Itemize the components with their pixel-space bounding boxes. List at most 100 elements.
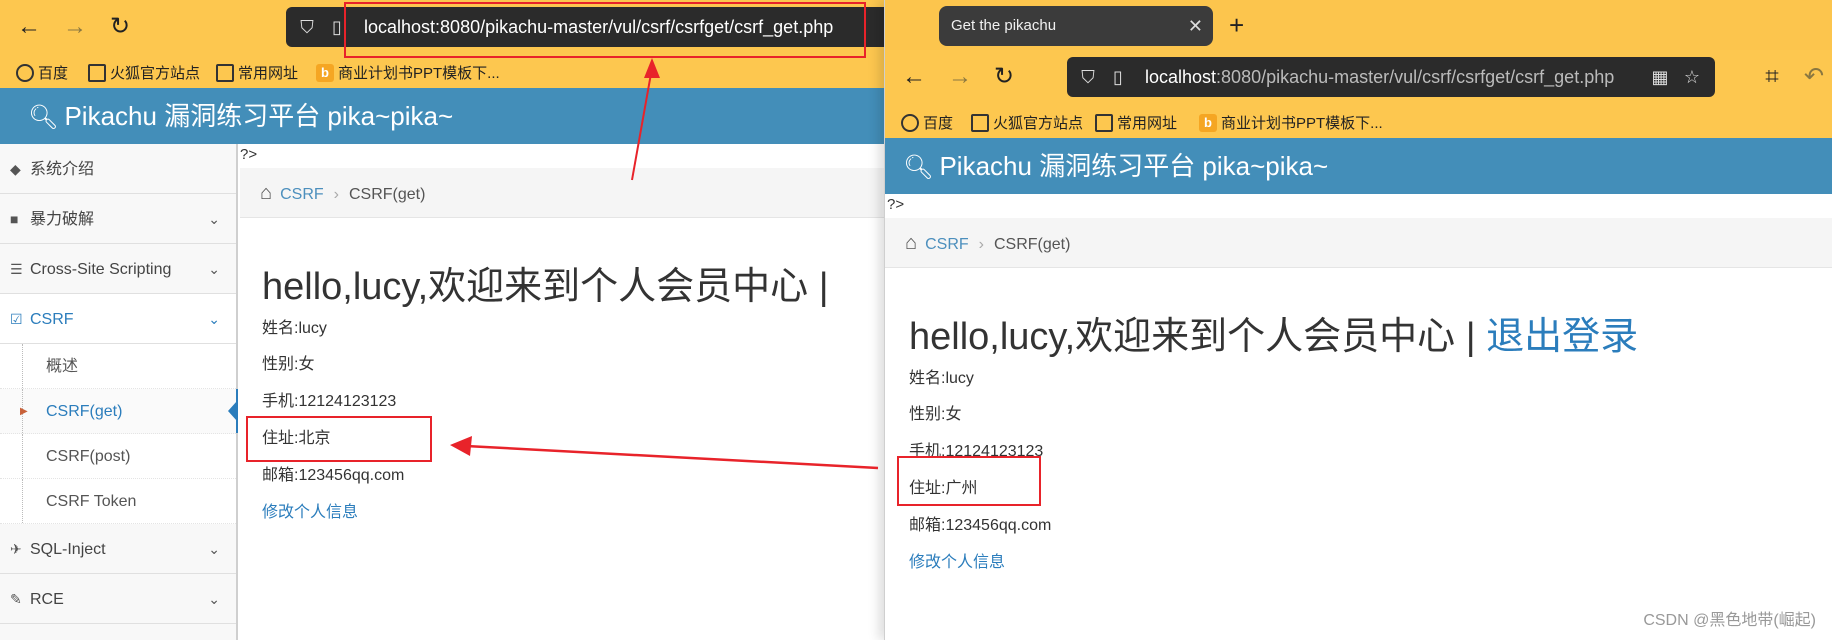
breadcrumb: ⌂ CSRF › CSRF(get) [885,218,1832,268]
chevron-down-icon: ⌄ [208,261,220,277]
tags-icon: ◆ [10,161,21,177]
bookmark-label: 商业计划书PPT模板下... [1221,115,1383,132]
bookmarks-bar: 百度 火狐官方站点 常用网址 b 商业计划书PPT模板下... [0,54,884,88]
sidebar-item-label: SQL-Inject [30,541,106,558]
shield-icon[interactable]: ⛉ [296,16,318,38]
sidebar-subitem-label: 概述 [46,358,79,375]
globe-icon [16,63,34,82]
sidebar-subitem-overview[interactable]: 概述 [0,344,236,389]
profile-email: 邮箱:123456qq.com [909,517,1052,534]
breadcrumb-current: CSRF(get) [348,186,426,203]
bookmark-label: 百度 [923,115,954,132]
folder-icon [88,63,106,82]
bookmark-ppt-template[interactable]: b 商业计划书PPT模板下... [316,62,500,83]
globe-icon [901,113,919,132]
pencil-icon: ✎ [10,591,22,607]
sidebar-subitem-label: CSRF Token [46,493,137,510]
breadcrumb-separator-icon: › [333,186,339,203]
greeting-text: hello,lucy,欢迎来到个人会员中心 | [909,316,1476,358]
profile-name: 姓名:lucy [262,320,327,337]
sidebar-item-label: 暴力破解 [30,211,95,228]
breadcrumb-link[interactable]: CSRF [280,186,324,203]
shield-icon[interactable]: ⛉ [1077,66,1099,88]
sidebar-subitem-label: CSRF(get) [46,403,123,420]
forward-arrow-icon[interactable]: → [945,62,975,92]
new-tab-icon[interactable]: + [1229,6,1244,44]
sidebar-subitem-csrf-get[interactable]: ▶ CSRF(get) [0,389,238,434]
bookmark-baidu[interactable]: 百度 [16,62,68,83]
sidebar-subitem-csrf-post[interactable]: CSRF(post) [0,434,236,479]
bookmarks-bar: 百度 火狐官方站点 常用网址 b 商业计划书PPT模板下... [885,104,1832,138]
page-icon[interactable]: ▯ [1107,66,1129,88]
sidebar-item-intro[interactable]: ◆ 系统介绍 [0,144,236,194]
site-header: 🔍︎ Pikachu 漏洞练习平台 pika~pika~ [885,138,1832,194]
bookmark-common-sites[interactable]: 常用网址 [1095,112,1177,133]
star-icon[interactable]: ☆ [1681,66,1703,88]
profile-name: 姓名:lucy [909,370,974,387]
edit-profile-link[interactable]: 修改个人信息 [262,498,358,522]
sidebar-item-bruteforce[interactable]: ■ 暴力破解 ⌄ [0,194,236,244]
sidebar-item-label: Cross-Site Scripting [30,261,172,278]
stray-php-text: ?> [240,146,258,163]
logout-link[interactable]: 退出登录 [1486,316,1638,358]
url-path: :8080/pikachu-master/vul/csrf/csrfget/cs… [1216,67,1615,87]
bookmark-common-sites[interactable]: 常用网址 [216,62,298,83]
sidebar-item-sqli[interactable]: ✈ SQL-Inject ⌄ [0,524,236,574]
browser-tab[interactable]: Get the pikachu ✕ [939,6,1213,46]
edit-icon: ☑ [10,311,23,327]
site-brand[interactable]: 🔍︎ Pikachu 漏洞练习平台 pika~pika~ [903,138,1328,196]
reload-icon[interactable]: ↻ [989,62,1019,92]
folder-icon [1095,113,1113,132]
sidebar-item-rce[interactable]: ✎ RCE ⌄ [0,574,236,624]
chevron-down-icon: ⌄ [208,541,220,557]
bookmark-baidu[interactable]: 百度 [901,112,953,133]
lock-icon: ■ [10,211,19,227]
breadcrumb-separator-icon: › [978,236,984,253]
bookmark-firefox-site[interactable]: 火狐官方站点 [88,62,200,83]
url-highlight-box [344,2,866,58]
bing-icon: b [316,63,334,82]
chevron-down-icon: ⌄ [208,591,220,607]
home-icon[interactable]: ⌂ [260,168,272,218]
breadcrumb: ⌂ CSRF › CSRF(get) [240,168,884,218]
address-highlight-box [246,416,432,462]
folder-icon [971,113,989,132]
caret-right-icon: ▶ [20,406,28,417]
bing-icon: b [1199,113,1217,132]
sidebar-subitem-csrf-token[interactable]: CSRF Token [0,479,236,524]
list-icon: ☰ [10,261,23,277]
folder-icon [216,63,234,82]
breadcrumb-current: CSRF(get) [993,236,1071,253]
undo-icon[interactable]: ↶ [1799,62,1829,92]
url-text[interactable]: localhost:8080/pikachu-master/vul/csrf/c… [1145,57,1614,97]
bookmark-firefox-site[interactable]: 火狐官方站点 [971,112,1083,133]
reload-icon[interactable]: ↻ [105,12,135,42]
back-arrow-icon[interactable]: ← [14,12,44,42]
close-icon[interactable]: ✕ [1188,6,1203,46]
sidebar-item-xss[interactable]: ☰ Cross-Site Scripting ⌄ [0,244,236,294]
qr-code-icon[interactable]: ▦ [1649,66,1671,88]
sidebar-item-label: CSRF [30,311,74,328]
back-arrow-icon[interactable]: ← [899,62,929,92]
edit-profile-link[interactable]: 修改个人信息 [909,548,1005,572]
bookmark-ppt-template[interactable]: b 商业计划书PPT模板下... [1199,112,1383,133]
crop-icon[interactable]: ⌗ [1757,62,1787,92]
chevron-down-icon: ⌄ [208,211,220,227]
bookmark-label: 火狐官方站点 [110,65,201,82]
forward-arrow-icon[interactable]: → [60,12,90,42]
profile-gender: 性别:女 [262,356,315,373]
greeting-heading: hello,lucy,欢迎来到个人会员中心 | 退出登录 [909,305,1638,360]
home-icon[interactable]: ⌂ [905,218,917,268]
site-title: Pikachu 漏洞练习平台 pika~pika~ [64,101,454,131]
url-host: localhost [1145,67,1217,87]
site-header: 🔍︎ Pikachu 漏洞练习平台 pika~pika~ [0,88,884,144]
breadcrumb-link[interactable]: CSRF [925,236,969,253]
bookmark-label: 商业计划书PPT模板下... [338,65,500,82]
sidebar-subitem-label: CSRF(post) [46,448,131,465]
address-bar[interactable]: ⛉ ▯ localhost:8080/pikachu-master/vul/cs… [1067,57,1715,97]
sidebar-item-csrf[interactable]: ☑ CSRF ⌄ [0,294,236,344]
active-indicator [228,401,237,421]
site-title: Pikachu 漏洞练习平台 pika~pika~ [939,151,1329,181]
site-brand[interactable]: 🔍︎ Pikachu 漏洞练习平台 pika~pika~ [28,88,453,146]
key-icon: 🔍︎ [903,154,934,181]
